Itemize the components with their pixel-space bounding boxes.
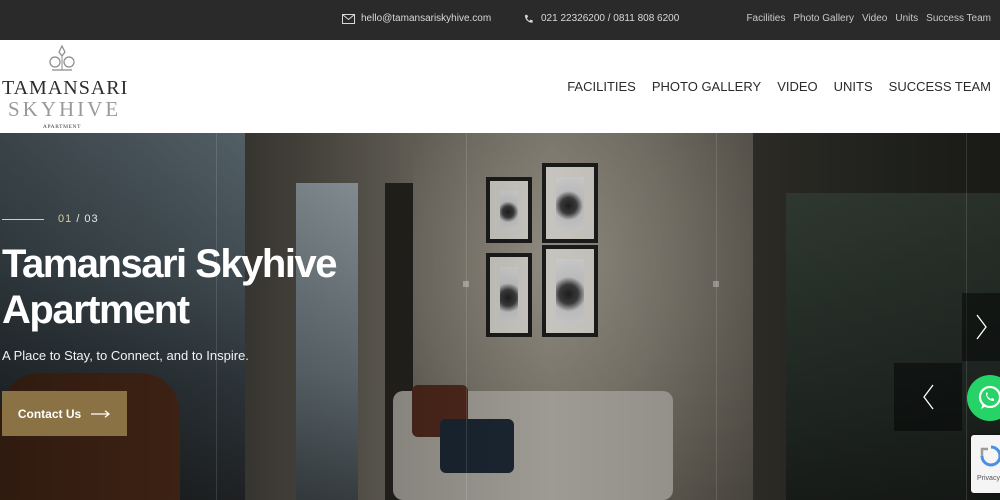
prev-slide-button[interactable] — [894, 363, 962, 431]
chevron-right-icon — [976, 314, 987, 340]
hero-subtitle: A Place to Stay, to Connect, and to Insp… — [2, 348, 249, 363]
top-link-facilities[interactable]: Facilities — [746, 13, 785, 24]
main-menu: FACILITIES PHOTO GALLERY VIDEO UNITS SUC… — [567, 79, 991, 94]
site-logo[interactable]: TAMANSARI SKYHIVE APARTMENT — [2, 44, 127, 130]
recaptcha-icon — [980, 445, 1000, 467]
logo-ornament-icon — [49, 44, 75, 71]
next-slide-button[interactable] — [962, 293, 1000, 361]
logo-text-apartment: APARTMENT — [42, 124, 82, 130]
phone-link[interactable]: 021 22326200 / 0811 808 6200 — [522, 13, 679, 24]
top-link-video[interactable]: Video — [862, 13, 887, 24]
slide-counter: 01 / 03 — [2, 213, 99, 225]
grid-line — [466, 133, 467, 500]
email-text: hello@tamansariskyhive.com — [361, 13, 492, 24]
arrow-right-icon — [91, 409, 111, 418]
contact-us-button[interactable]: Contact Us — [2, 391, 127, 436]
hero-title: Tamansari Skyhive Apartment — [2, 241, 337, 333]
nav-item-facilities[interactable]: FACILITIES — [567, 79, 636, 94]
recaptcha-badge[interactable]: Privacy — [971, 435, 1000, 493]
top-links: Facilities Photo Gallery Video Units Suc… — [738, 13, 991, 24]
slide-total: / 03 — [76, 213, 99, 225]
phone-icon — [525, 14, 533, 23]
top-link-units[interactable]: Units — [895, 13, 918, 24]
hero-title-line-1: Tamansari Skyhive — [2, 242, 337, 286]
slide-current: 01 — [58, 213, 73, 225]
nav-item-success-team[interactable]: SUCCESS TEAM — [889, 79, 991, 94]
email-link[interactable]: hello@tamansariskyhive.com — [342, 13, 491, 24]
envelope-icon — [342, 13, 355, 24]
hero-slider: 01 / 03 Tamansari Skyhive Apartment A Pl… — [0, 133, 1000, 500]
slide-counter-line — [2, 218, 44, 220]
whatsapp-icon — [978, 385, 1000, 409]
top-link-success-team[interactable]: Success Team — [926, 13, 991, 24]
logo-text-skyhive: SKYHIVE — [8, 97, 122, 121]
grid-dot — [463, 281, 469, 287]
contact-us-label: Contact Us — [17, 406, 82, 421]
hero-title-line-2: Apartment — [2, 288, 190, 332]
recaptcha-privacy-text[interactable]: Privacy — [977, 475, 1000, 482]
nav-item-units[interactable]: UNITS — [834, 79, 873, 94]
chevron-left-icon — [923, 384, 934, 410]
top-link-photo-gallery[interactable]: Photo Gallery — [793, 13, 854, 24]
main-navbar: TAMANSARI SKYHIVE APARTMENT FACILITIES P… — [0, 40, 1000, 133]
nav-item-video[interactable]: VIDEO — [777, 79, 817, 94]
grid-dot — [713, 281, 719, 287]
grid-line — [716, 133, 717, 500]
nav-item-photo-gallery[interactable]: PHOTO GALLERY — [652, 79, 761, 94]
phone-text: 021 22326200 / 0811 808 6200 — [541, 13, 680, 24]
top-contact-bar: hello@tamansariskyhive.com 021 22326200 … — [0, 0, 1000, 40]
